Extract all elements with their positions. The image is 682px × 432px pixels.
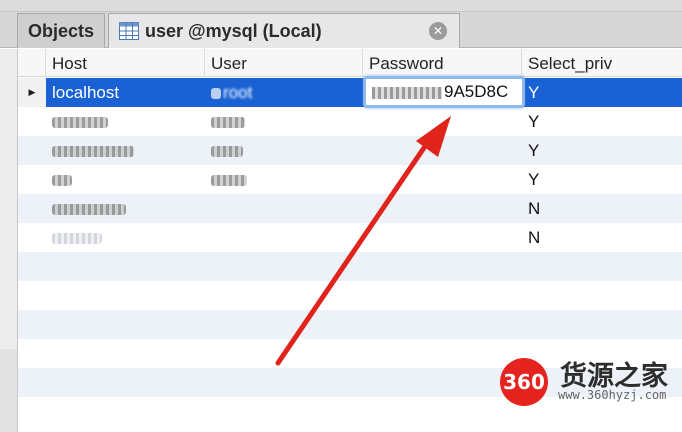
grid-header: Host User Password Select_priv <box>18 49 682 77</box>
empty-row <box>18 281 682 310</box>
cell-host[interactable] <box>46 107 205 136</box>
blurred-text <box>211 117 245 129</box>
blurred-text <box>211 146 243 158</box>
close-tab-icon[interactable]: ✕ <box>429 22 447 40</box>
cell-select-priv[interactable]: Y <box>522 78 682 107</box>
table-row[interactable]: Y <box>18 165 682 194</box>
cell-host[interactable]: localhost <box>46 78 205 107</box>
tab-objects[interactable]: Objects <box>17 13 105 48</box>
table-row[interactable]: N <box>18 194 682 223</box>
column-header-password[interactable]: Password <box>363 49 522 77</box>
cell-host[interactable] <box>46 136 205 165</box>
blurred-text <box>52 175 72 187</box>
cell-host[interactable] <box>46 223 205 252</box>
cell-host[interactable] <box>46 194 205 223</box>
empty-row <box>18 252 682 281</box>
cell-select-priv[interactable]: N <box>522 223 682 252</box>
password-cell-editor[interactable]: 9A5D8C <box>363 76 525 108</box>
empty-row <box>18 310 682 339</box>
cell-user-value: root <box>223 83 253 102</box>
table-row[interactable]: Y <box>18 107 682 136</box>
watermark-url: www.360hyzj.com <box>558 388 667 402</box>
watermark-logo: 360 <box>500 358 548 406</box>
blurred-text <box>211 88 221 100</box>
cell-select-priv[interactable]: Y <box>522 136 682 165</box>
column-header-host[interactable]: Host <box>46 49 205 77</box>
blurred-text <box>211 175 247 187</box>
tab-user-table-label: user @mysql (Local) <box>145 20 322 41</box>
cell-select-priv[interactable]: N <box>522 194 682 223</box>
cell-user[interactable] <box>205 107 363 136</box>
table-row[interactable]: ▶ localhost root 9A5D8C Y <box>18 76 682 108</box>
blurred-text <box>52 204 126 216</box>
table-row[interactable]: N <box>18 223 682 252</box>
table-icon <box>119 22 139 40</box>
window-top-strip <box>0 0 682 12</box>
blurred-password <box>372 86 442 99</box>
tab-bar: Objects user @mysql (Local) ✕ <box>0 12 682 48</box>
cell-user[interactable]: root <box>205 78 363 107</box>
column-header-select-priv[interactable]: Select_priv <box>522 49 682 77</box>
table-row[interactable]: Y <box>18 136 682 165</box>
left-gutter <box>0 49 17 432</box>
blurred-text <box>52 117 108 129</box>
cell-host[interactable] <box>46 165 205 194</box>
tab-objects-label: Objects <box>27 20 95 41</box>
blurred-text <box>52 146 134 158</box>
header-indicator <box>18 49 46 77</box>
cell-select-priv[interactable]: Y <box>522 107 682 136</box>
tab-user-table[interactable]: user @mysql (Local) ✕ <box>108 13 460 48</box>
cell-user[interactable] <box>205 165 363 194</box>
column-header-user[interactable]: User <box>205 49 363 77</box>
blurred-text <box>52 233 102 245</box>
cell-user[interactable] <box>205 136 363 165</box>
cell-select-priv[interactable]: Y <box>522 165 682 194</box>
left-gutter-shade <box>0 349 17 432</box>
watermark: 360 货源之家 www.360hyzj.com <box>500 352 682 408</box>
row-indicator-icon: ▶ <box>18 78 46 107</box>
password-visible-suffix: 9A5D8C <box>444 82 509 101</box>
